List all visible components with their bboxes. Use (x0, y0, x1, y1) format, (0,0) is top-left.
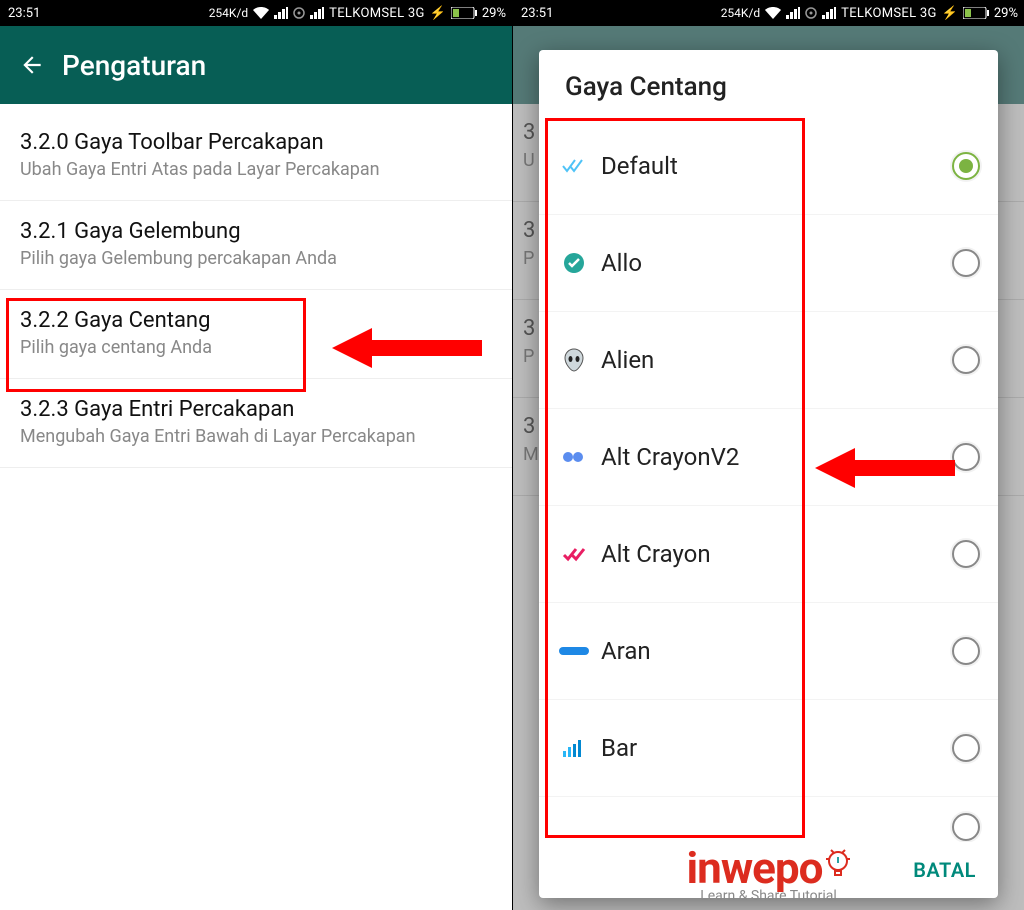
status-right-group: 254K/d TELKOMSEL 3G ⚡ 29% (721, 6, 1018, 21)
option-default[interactable]: Default (539, 118, 998, 215)
app-header: Pengaturan (0, 26, 512, 104)
bar-tick-icon (557, 739, 591, 757)
setting-subtitle: Pilih gaya Gelembung percakapan Anda (20, 248, 492, 269)
option-partial[interactable] (539, 797, 998, 842)
option-allo[interactable]: Allo (539, 215, 998, 312)
status-right-group: 254K/d TELKOMSEL 3G ⚡ 29% (209, 6, 506, 21)
crayon-tick-icon (557, 546, 591, 562)
setting-subtitle: Ubah Gaya Entri Atas pada Layar Percakap… (20, 159, 492, 180)
option-bar[interactable]: Bar (539, 700, 998, 797)
setting-title: 3.2.1 Gaya Gelembung (20, 219, 492, 244)
status-time: 23:51 (519, 6, 553, 21)
status-carrier: TELKOMSEL 3G (329, 6, 425, 21)
option-alien[interactable]: Alien (539, 312, 998, 409)
settings-list: 3.2.0 Gaya Toolbar Percakapan Ubah Gaya … (0, 104, 512, 468)
radio-selected[interactable] (952, 152, 980, 180)
radio[interactable] (952, 346, 980, 374)
option-alt-crayon-v2[interactable]: Alt CrayonV2 (539, 409, 998, 506)
charging-icon: ⚡ (430, 6, 446, 21)
signal-icon (786, 7, 800, 19)
setting-subtitle: Mengubah Gaya Entri Bawah di Layar Perca… (20, 426, 492, 447)
charging-icon: ⚡ (942, 6, 958, 21)
option-label: Aran (601, 637, 952, 665)
option-aran[interactable]: Aran (539, 603, 998, 700)
setting-item-toolbar-style[interactable]: 3.2.0 Gaya Toolbar Percakapan Ubah Gaya … (0, 104, 512, 201)
dialog-body: Default Allo Alien (539, 118, 998, 842)
cancel-button[interactable]: BATAL (913, 858, 976, 882)
aran-tick-icon (557, 644, 591, 658)
radio[interactable] (952, 813, 980, 841)
gear-icon (293, 7, 305, 19)
option-label: Alt CrayonV2 (601, 443, 952, 471)
tick-style-dialog: Gaya Centang Default Allo (539, 50, 998, 898)
radio[interactable] (952, 249, 980, 277)
option-label: Alt Crayon (601, 540, 952, 568)
crayonv2-tick-icon (557, 450, 591, 464)
status-battery-pct: 29% (482, 6, 506, 21)
status-bar: 23:51 254K/d TELKOMSEL 3G ⚡ 29% (0, 0, 512, 26)
radio[interactable] (952, 443, 980, 471)
status-net-speed: 254K/d (209, 6, 248, 20)
status-bar: 23:51 254K/d TELKOMSEL 3G ⚡ 29% (513, 0, 1024, 26)
signal-icon (274, 7, 288, 19)
gear-icon (805, 7, 817, 19)
dialog-footer: BATAL (539, 842, 998, 898)
setting-subtitle: Pilih gaya centang Anda (20, 337, 492, 358)
radio[interactable] (952, 637, 980, 665)
option-label: Alien (601, 346, 952, 374)
signal-icon-2 (310, 7, 324, 19)
option-label: Bar (601, 734, 952, 762)
wifi-icon (253, 7, 269, 19)
battery-icon (963, 7, 989, 19)
screen-settings: 23:51 254K/d TELKOMSEL 3G ⚡ 29% (0, 0, 512, 910)
status-net-speed: 254K/d (721, 6, 760, 20)
header-title: Pengaturan (62, 49, 206, 82)
alien-tick-icon (557, 348, 591, 372)
screen-dialog: 23:51 254K/d TELKOMSEL 3G ⚡ 29% 3U 3P 3P… (512, 0, 1024, 910)
radio[interactable] (952, 540, 980, 568)
setting-title: 3.2.3 Gaya Entri Percakapan (20, 397, 492, 422)
setting-item-bubble-style[interactable]: 3.2.1 Gaya Gelembung Pilih gaya Gelembun… (0, 201, 512, 290)
back-button[interactable] (12, 52, 52, 78)
setting-item-entry-style[interactable]: 3.2.3 Gaya Entri Percakapan Mengubah Gay… (0, 379, 512, 468)
radio[interactable] (952, 734, 980, 762)
dialog-options[interactable]: Default Allo Alien (539, 118, 998, 842)
wifi-icon (765, 7, 781, 19)
setting-title: 3.2.2 Gaya Centang (20, 308, 492, 333)
setting-item-tick-style[interactable]: 3.2.2 Gaya Centang Pilih gaya centang An… (0, 290, 512, 379)
option-label: Default (601, 152, 952, 180)
default-tick-icon (557, 158, 591, 174)
option-label: Allo (601, 249, 952, 277)
status-carrier: TELKOMSEL 3G (841, 6, 937, 21)
status-time: 23:51 (6, 6, 40, 21)
status-battery-pct: 29% (994, 6, 1018, 21)
option-alt-crayon[interactable]: Alt Crayon (539, 506, 998, 603)
battery-icon (451, 7, 477, 19)
signal-icon-2 (822, 7, 836, 19)
allo-tick-icon (557, 252, 591, 274)
dialog-title: Gaya Centang (539, 50, 998, 118)
setting-title: 3.2.0 Gaya Toolbar Percakapan (20, 130, 492, 155)
